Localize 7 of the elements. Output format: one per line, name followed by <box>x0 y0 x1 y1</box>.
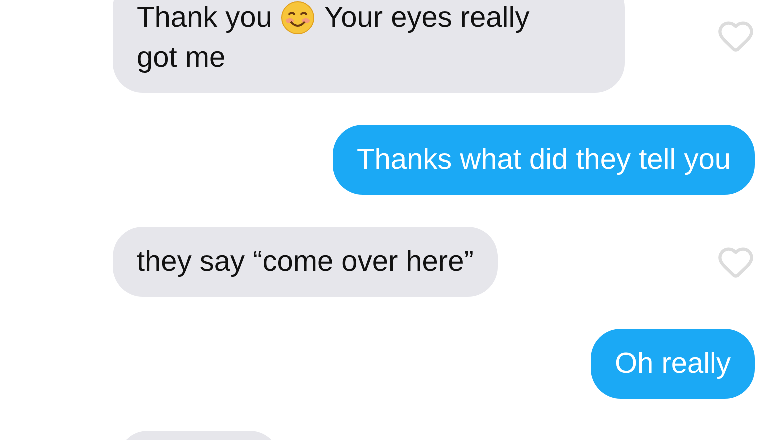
message-bubble: Oh really <box>590 329 755 399</box>
message-text: Thank you <box>137 1 272 36</box>
message-text: Your eyes really <box>324 1 530 36</box>
smiley-icon <box>281 1 316 35</box>
message-bubble: they say “come over here” <box>113 227 498 297</box>
message-bubble: Thanks what did they tell you <box>333 125 755 195</box>
message-text: got me <box>137 41 226 76</box>
